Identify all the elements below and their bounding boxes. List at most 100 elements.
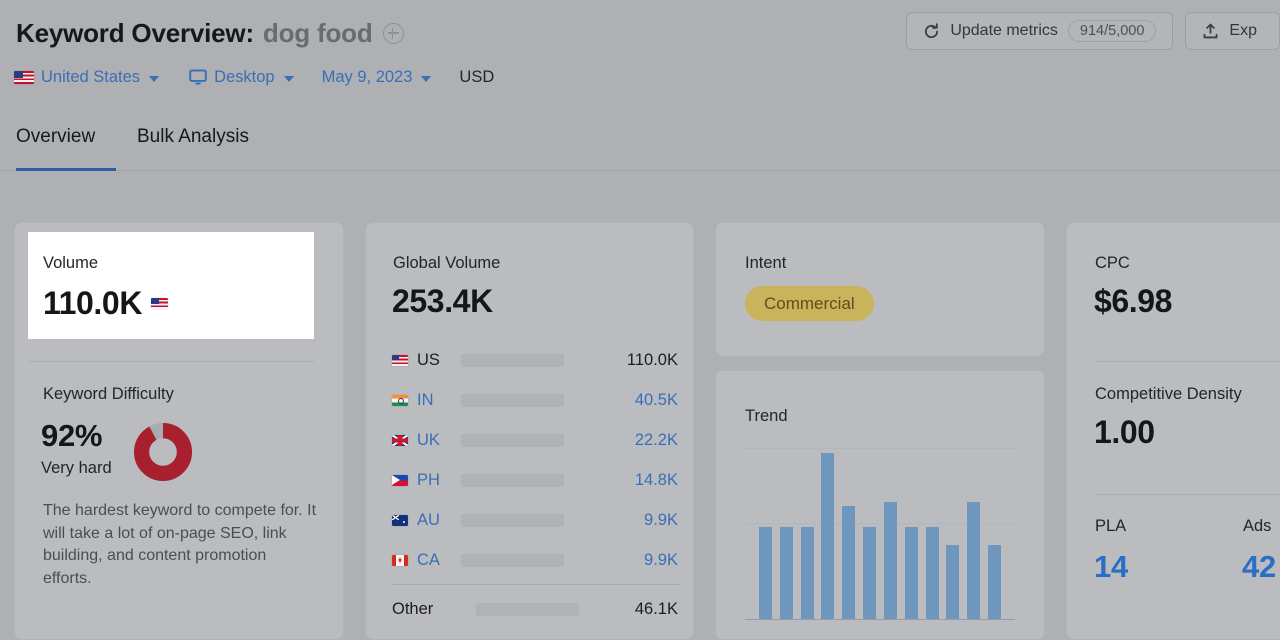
trend-bar[interactable] — [759, 527, 772, 619]
in-flag-icon — [392, 394, 408, 406]
trend-bar[interactable] — [904, 527, 918, 619]
upload-icon — [1203, 23, 1218, 38]
volume-bar-track — [461, 433, 564, 447]
global-volume-divider — [392, 584, 680, 585]
trend-bar[interactable] — [779, 527, 793, 619]
volume-value-row: 110.0K — [43, 286, 169, 321]
trend-bar[interactable] — [987, 545, 1001, 619]
cpc-card-divider — [1095, 361, 1280, 362]
trend-bar[interactable] — [863, 527, 877, 619]
tab-bar-divider — [0, 170, 1280, 171]
date-selector[interactable]: May 9, 2023 — [322, 68, 432, 87]
ph-flag-icon — [392, 474, 408, 486]
pla-label: PLA — [1095, 517, 1127, 535]
competitive-density-value-row: 1.00 — [1094, 415, 1155, 450]
trend-bar[interactable] — [800, 527, 814, 619]
chevron-down-icon — [149, 75, 160, 82]
ca-flag-icon — [392, 554, 408, 566]
export-button[interactable]: Exp — [1185, 12, 1280, 50]
trend-bars — [745, 449, 1015, 619]
export-label: Exp — [1229, 22, 1257, 39]
country-volume: 22.2K — [634, 430, 678, 449]
global-volume-row[interactable]: PH 14.8K — [392, 460, 680, 500]
country-code: IN — [417, 390, 434, 409]
us-flag-icon — [14, 71, 34, 84]
cpc-value: $6.98 — [1094, 283, 1173, 319]
country-volume: 40.5K — [634, 390, 678, 409]
country-code: AU — [417, 510, 440, 529]
country-volume: 110.0K — [626, 350, 678, 369]
update-metrics-button[interactable]: Update metrics 914/5,000 — [906, 12, 1174, 50]
volume-bar-track — [461, 473, 564, 487]
global-volume-value: 253.4K — [392, 283, 493, 319]
country-code: UK — [417, 430, 440, 449]
currency-value: USD — [459, 68, 495, 86]
refresh-icon — [925, 22, 939, 38]
monitor-icon — [189, 69, 207, 85]
device-selector-label: Desktop — [214, 68, 275, 86]
trend-bar[interactable] — [967, 502, 981, 619]
intent-badge[interactable]: Commercial — [745, 286, 874, 321]
country-volume: 9.9K — [644, 550, 678, 569]
pla-ads-divider — [1095, 494, 1280, 495]
trend-bar[interactable] — [946, 545, 960, 619]
trend-bar-chart — [745, 448, 1015, 620]
tab-bulk-analysis[interactable]: Bulk Analysis — [137, 126, 249, 162]
trend-bar[interactable] — [842, 505, 856, 619]
uk-flag-icon — [392, 434, 408, 446]
pla-value[interactable]: 14 — [1094, 549, 1128, 585]
currency-label: USD — [459, 68, 494, 87]
ads-label: Ads — [1243, 517, 1272, 535]
page-title: Keyword Overview: — [16, 18, 254, 48]
other-volume: 46.1K — [634, 599, 678, 618]
global-volume-row[interactable]: US 110.0K — [392, 340, 680, 380]
global-volume-label: Global Volume — [393, 254, 501, 272]
global-volume-row-other: Other 46.1K — [392, 589, 680, 629]
au-flag-icon — [392, 514, 408, 526]
trend-label: Trend — [745, 407, 788, 425]
global-volume-country-list: US 110.0K IN 40.5K UK 22.2K PH 14.8K AU 9.9K CA 9.9… — [392, 340, 680, 629]
global-volume-row[interactable]: UK 22.2K — [392, 420, 680, 460]
header-actions: Update metrics 914/5,000 Exp — [906, 12, 1280, 50]
keyword-difficulty-description: The hardest keyword to compete for. It w… — [43, 502, 317, 587]
page-title-row: Keyword Overview: dog food — [16, 18, 404, 49]
keyword-difficulty-rating: Very hard — [41, 458, 112, 477]
date-selector-label: May 9, 2023 — [321, 68, 413, 86]
tab-overview[interactable]: Overview — [16, 126, 95, 162]
volume-bar-track — [461, 553, 564, 567]
country-code: PH — [417, 470, 440, 489]
update-metrics-label: Update metrics — [950, 22, 1058, 39]
keyword-difficulty-value: 92% — [41, 418, 103, 453]
keyword-difficulty-label: Keyword Difficulty — [43, 385, 174, 403]
trend-axis-line — [745, 618, 1015, 620]
page-header: Keyword Overview: dog food United States… — [0, 0, 1280, 115]
competitive-density-value: 1.00 — [1094, 414, 1155, 450]
trend-bar[interactable] — [925, 527, 939, 619]
chevron-down-icon — [283, 75, 294, 82]
chevron-down-icon — [421, 75, 432, 82]
volume-bar-track — [461, 353, 564, 367]
country-selector[interactable]: United States — [14, 68, 160, 87]
other-label: Other — [392, 599, 434, 618]
us-flag-icon — [392, 354, 408, 366]
global-volume-row[interactable]: IN 40.5K — [392, 380, 680, 420]
tab-bar: Overview Bulk Analysis — [0, 126, 1280, 171]
global-volume-row[interactable]: CA 9.9K — [392, 540, 680, 580]
trend-bar[interactable] — [883, 502, 897, 619]
competitive-density-label: Competitive Density — [1095, 385, 1242, 403]
us-flag-icon — [151, 297, 169, 310]
device-selector[interactable]: Desktop — [189, 68, 294, 87]
country-volume: 9.9K — [644, 510, 678, 529]
global-volume-value-row: 253.4K — [392, 284, 493, 319]
ads-value[interactable]: 42 — [1242, 549, 1276, 585]
country-code: US — [417, 350, 440, 369]
plus-circle-icon[interactable] — [382, 23, 404, 44]
global-volume-row[interactable]: AU 9.9K — [392, 500, 680, 540]
cpc-value-row: $6.98 — [1094, 284, 1172, 319]
update-metrics-badge: 914/5,000 — [1067, 20, 1157, 42]
volume-bar-track — [461, 393, 564, 407]
volume-bar-track — [476, 602, 579, 616]
cpc-label: CPC — [1095, 254, 1130, 272]
trend-bar[interactable] — [821, 452, 835, 619]
volume-bar-track — [461, 513, 564, 527]
